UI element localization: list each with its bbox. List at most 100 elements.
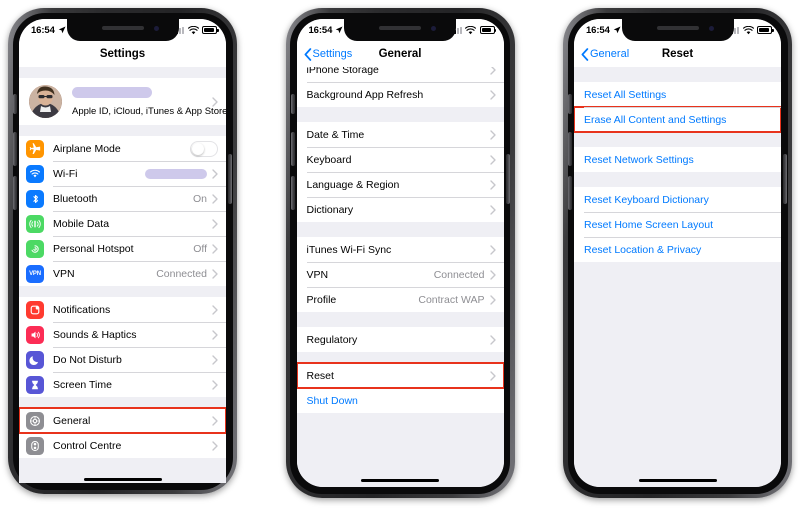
list-gap xyxy=(19,125,226,136)
reset-row-reset-all-settings[interactable]: Reset All Settings xyxy=(574,82,781,107)
settings-row-personal-hotspot[interactable]: Personal Hotspot Off xyxy=(19,236,226,261)
chevron-right-icon xyxy=(212,304,218,315)
home-indicator[interactable] xyxy=(83,477,162,481)
location-arrow-icon xyxy=(58,26,66,34)
chevron-right-icon xyxy=(489,370,496,381)
back-button[interactable]: General xyxy=(581,41,629,67)
settings-row-value: Connected xyxy=(433,268,485,281)
reset-list[interactable]: Reset All Settings Erase All Content and… xyxy=(574,67,781,487)
airplane-mode-toggle[interactable] xyxy=(190,140,218,157)
status-bar-left: 16:54 xyxy=(309,25,344,36)
volume-up-button[interactable] xyxy=(13,132,17,166)
apple-id-row[interactable]: Apple ID, iCloud, iTunes & App Store xyxy=(19,78,226,125)
volume-up-button[interactable] xyxy=(568,132,572,166)
reset-row-reset-keyboard-dictionary[interactable]: Reset Keyboard Dictionary xyxy=(574,187,781,212)
volume-down-button[interactable] xyxy=(290,176,295,210)
settings-row-keyboard[interactable]: Keyboard xyxy=(296,147,504,172)
volume-up-button[interactable] xyxy=(290,132,295,166)
reset-network-group: Reset Network Settings xyxy=(574,147,781,172)
power-button[interactable] xyxy=(505,154,510,204)
mute-switch[interactable] xyxy=(568,94,572,114)
list-gap xyxy=(574,172,781,187)
settings-row-iphone-storage[interactable]: iPhone Storage xyxy=(296,67,504,82)
settings-row-screen-time[interactable]: Screen Time xyxy=(19,372,226,397)
settings-row-vpn[interactable]: VPN VPN Connected xyxy=(19,261,226,286)
settings-row-notifications[interactable]: Notifications xyxy=(19,297,226,322)
general-group: General Control Centre xyxy=(19,407,226,458)
chevron-right-icon xyxy=(489,129,496,140)
settings-row-value: Connected xyxy=(156,267,207,280)
reset-row-reset-home-screen-layout[interactable]: Reset Home Screen Layout xyxy=(574,212,781,237)
settings-row-profile[interactable]: Profile Contract WAP xyxy=(296,287,504,312)
list-gap xyxy=(296,352,504,363)
moon-icon xyxy=(26,350,44,369)
wifi-icon xyxy=(26,164,44,183)
list-gap xyxy=(19,67,226,78)
settings-row-dictionary[interactable]: Dictionary xyxy=(296,197,504,222)
wifi-icon xyxy=(742,25,754,34)
volume-down-button[interactable] xyxy=(568,176,572,210)
settings-row-airplane-mode[interactable]: Airplane Mode xyxy=(19,136,226,161)
settings-row-date-time[interactable]: Date & Time xyxy=(296,122,504,147)
status-bar-right xyxy=(173,25,219,35)
reset-misc-group: Reset Keyboard Dictionary Reset Home Scr… xyxy=(574,187,781,262)
home-indicator[interactable] xyxy=(361,478,439,482)
status-bar-right xyxy=(450,25,496,35)
settings-row-vpn[interactable]: VPN Connected xyxy=(296,262,504,287)
volume-down-button[interactable] xyxy=(13,176,17,210)
settings-row-regulatory[interactable]: Regulatory xyxy=(296,327,504,352)
settings-list[interactable]: Apple ID, iCloud, iTunes & App Store Air… xyxy=(19,67,226,483)
front-camera-icon xyxy=(431,26,436,31)
settings-row-language-region[interactable]: Language & Region xyxy=(296,172,504,197)
settings-row-control-centre[interactable]: Control Centre xyxy=(19,433,226,458)
back-button[interactable]: Settings xyxy=(304,41,352,67)
settings-row-label: Background App Refresh xyxy=(306,88,424,101)
settings-row-do-not-disturb[interactable]: Do Not Disturb xyxy=(19,347,226,372)
reset-primary-group: Reset All Settings Erase All Content and… xyxy=(574,82,781,133)
gear-icon xyxy=(26,411,44,430)
chevron-right-icon xyxy=(212,354,218,365)
settings-row-label: Dictionary xyxy=(306,203,354,216)
settings-row-itunes-wifi-sync[interactable]: iTunes Wi-Fi Sync xyxy=(296,237,504,262)
phone-general: 16:54 Settings General iPhone Storage Ba… xyxy=(278,0,523,511)
mute-switch[interactable] xyxy=(13,94,17,114)
page-title: Settings xyxy=(99,48,146,60)
reset-row-erase-all-content-and-settings[interactable]: Erase All Content and Settings xyxy=(574,106,781,133)
sync-group: iTunes Wi-Fi Sync VPN Connected Profile … xyxy=(296,237,504,312)
settings-row-reset[interactable]: Reset xyxy=(296,362,504,389)
power-button[interactable] xyxy=(783,154,787,204)
settings-row-sounds-haptics[interactable]: Sounds & Haptics xyxy=(19,322,226,347)
settings-row-shut-down[interactable]: Shut Down xyxy=(296,388,504,413)
vpn-icon: VPN xyxy=(26,264,44,283)
settings-row-bluetooth[interactable]: Bluetooth On xyxy=(19,186,226,211)
settings-row-label: Keyboard xyxy=(306,153,352,166)
settings-row-value: Contract WAP xyxy=(418,293,485,306)
list-gap xyxy=(296,107,504,122)
reset-row-reset-network-settings[interactable]: Reset Network Settings xyxy=(574,147,781,172)
reset-row-reset-location-privacy[interactable]: Reset Location & Privacy xyxy=(574,237,781,262)
phone-body: 16:54 Settings Apple ID, iCloud, iTunes … xyxy=(8,8,237,494)
settings-row-mobile-data[interactable]: Mobile Data xyxy=(19,211,226,236)
mute-switch[interactable] xyxy=(290,94,295,114)
chevron-right-icon xyxy=(489,89,496,100)
wifi-icon xyxy=(465,25,476,34)
status-time: 16:54 xyxy=(308,24,333,36)
power-button[interactable] xyxy=(228,154,232,204)
datetime-group: Date & Time Keyboard Language & Region D… xyxy=(296,122,504,222)
front-camera-icon xyxy=(153,26,159,31)
reset-row-label: Reset Keyboard Dictionary xyxy=(584,193,709,206)
chevron-right-icon xyxy=(212,243,218,254)
chevron-right-icon xyxy=(212,218,218,229)
general-list[interactable]: iPhone Storage Background App Refresh Da… xyxy=(296,67,504,487)
settings-row-general[interactable]: General xyxy=(19,407,226,434)
chevron-right-icon xyxy=(212,168,218,179)
settings-row-label: Reset xyxy=(306,369,334,382)
settings-row-label: VPN xyxy=(306,268,329,281)
chevron-right-icon xyxy=(212,268,218,279)
list-gap xyxy=(19,397,226,408)
home-indicator[interactable] xyxy=(638,478,717,482)
settings-row-background-app-refresh[interactable]: Background App Refresh xyxy=(296,82,504,107)
settings-row-label: Control Centre xyxy=(53,439,122,452)
settings-row-wifi[interactable]: Wi-Fi xyxy=(19,161,226,186)
reset-row-label: Erase All Content and Settings xyxy=(584,113,727,126)
